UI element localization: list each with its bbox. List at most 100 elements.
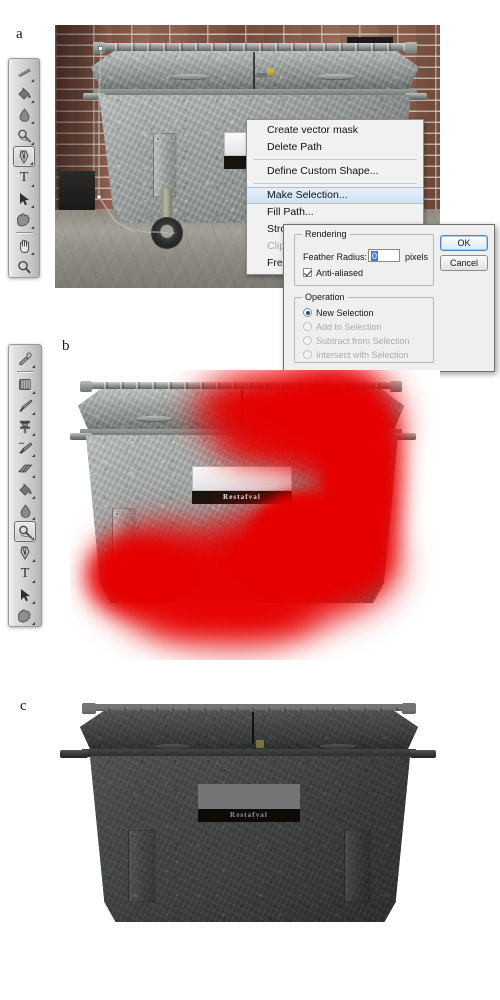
lid-handle-left (136, 416, 172, 421)
menu-item-create-vector-mask[interactable]: Create vector mask (247, 122, 423, 139)
lid-rail-bar (99, 43, 411, 51)
tool-custom-shape-tool[interactable] (13, 209, 35, 230)
lid-rail-bar (88, 382, 394, 389)
lid-handle-right (317, 74, 355, 79)
reinforcing-plate-left (112, 508, 136, 568)
make-selection-dialog[interactable]: Rendering Feather Radius: 0 pixels Anti-… (283, 224, 495, 372)
photoshop-toolbar-b[interactable]: T (8, 344, 42, 627)
tool-hand-tool[interactable] (13, 235, 35, 256)
tool-path-selection-tool[interactable] (13, 188, 35, 209)
flyout-triangle-icon (31, 142, 34, 145)
tool-path-selection-tool[interactable] (14, 584, 36, 605)
menu-item-define-custom-shape[interactable]: Define Custom Shape... (247, 163, 423, 180)
lift-trunnion-left (60, 750, 88, 758)
feather-radius-input[interactable]: 0 (368, 249, 400, 262)
label-subtract-from-selection: Subtract from Selection (316, 336, 410, 346)
label-intersect-with-selection: Intersect with Selection (316, 350, 409, 360)
toolbar-divider (15, 232, 33, 233)
lid-handle-right (312, 416, 348, 421)
rail-end-left (82, 703, 96, 714)
tool-blur-tool[interactable] (14, 500, 36, 521)
tool-dodge-tool[interactable] (14, 521, 36, 542)
lid-front-lip (82, 749, 416, 757)
plate-bolt (116, 513, 118, 515)
label-add-to-selection: Add to Selection (316, 322, 382, 332)
radio-new-selection[interactable] (303, 308, 312, 317)
tool-custom-shape-tool[interactable] (14, 605, 36, 626)
label-new-selection: New Selection (316, 308, 374, 318)
tool-history-brush-tool[interactable] (14, 437, 36, 458)
flyout-triangle-icon (32, 475, 35, 478)
tool-pen-tool[interactable] (14, 542, 36, 563)
tool-eyedropper-tool[interactable] (14, 348, 36, 369)
flyout-triangle-icon (31, 184, 34, 187)
tool-paint-bucket-tool[interactable] (13, 83, 35, 104)
flyout-triangle-icon (32, 454, 35, 457)
sign-label: Restafval (230, 811, 268, 819)
tool-patch-tool[interactable] (14, 374, 36, 395)
flyout-triangle-icon (32, 622, 35, 625)
tool-dodge-tool[interactable] (13, 125, 35, 146)
flyout-triangle-icon (31, 252, 34, 255)
radio-add-to-selection (303, 322, 312, 331)
flyout-triangle-icon (32, 559, 35, 562)
flyout-triangle-icon (31, 100, 34, 103)
lid-rail-bar (90, 704, 408, 711)
rendering-fieldset: Rendering Feather Radius: 0 pixels Anti-… (294, 229, 434, 286)
flyout-triangle-icon (32, 580, 35, 583)
panel-letter-c: c (20, 698, 27, 714)
padlock-icon (256, 740, 264, 748)
rendering-legend: Rendering (302, 229, 350, 239)
cancel-button[interactable]: Cancel (440, 255, 488, 271)
flyout-triangle-icon (31, 537, 34, 540)
rail-end-right (390, 381, 402, 392)
tool-horizontal-type-tool[interactable]: T (14, 563, 36, 584)
menu-item-make-selection[interactable]: Make Selection... (247, 187, 423, 204)
waste-container-b: Restafval (70, 376, 416, 604)
restafval-sign-b: Restafval (192, 466, 292, 504)
rail-end-right (402, 703, 416, 714)
sign-white-area (198, 784, 300, 809)
reinforcing-plate-left (128, 830, 156, 902)
flyout-triangle-icon (31, 79, 34, 82)
flyout-triangle-icon (32, 433, 35, 436)
lid-center-seam (241, 390, 243, 432)
tool-brush-tool[interactable] (14, 395, 36, 416)
sign-black-band: Restafval (198, 809, 300, 822)
lift-trunnion-right (410, 750, 436, 758)
menu-separator (253, 183, 417, 184)
menu-item-delete-path[interactable]: Delete Path (247, 139, 423, 156)
tool-paint-bucket-tool[interactable] (14, 479, 36, 500)
tool-gradient-tool[interactable] (13, 62, 35, 83)
photoshop-toolbar-a[interactable]: T (8, 58, 40, 278)
feather-radius-units: pixels (405, 252, 429, 262)
operation-fieldset: Operation New Selection Add to Selection… (294, 292, 434, 363)
menu-separator (253, 159, 417, 160)
panel-c-photo: Restafval (60, 700, 440, 932)
panel-letter-b: b (62, 338, 70, 354)
menu-item-fill-path[interactable]: Fill Path... (247, 204, 423, 221)
padlock-icon (267, 69, 274, 76)
lid-handle-left (171, 74, 209, 79)
sign-label: Restafval (223, 493, 261, 501)
tool-blur-tool[interactable] (13, 104, 35, 125)
flyout-triangle-icon (31, 226, 34, 229)
tool-eraser-tool[interactable] (14, 458, 36, 479)
restafval-sign-c: Restafval (198, 784, 300, 822)
radio-intersect-with-selection (303, 350, 312, 359)
tool-zoom-tool[interactable] (13, 256, 35, 277)
waste-container-c: Restafval (60, 702, 436, 928)
anti-aliased-checkbox[interactable] (303, 268, 312, 277)
tool-clone-stamp-tool[interactable] (14, 416, 36, 437)
tool-pen-tool[interactable] (13, 146, 35, 167)
rail-end-left (93, 42, 105, 54)
flyout-triangle-icon (32, 391, 35, 394)
tool-horizontal-type-tool[interactable]: T (13, 167, 35, 188)
radio-subtract-from-selection (303, 336, 312, 345)
plate-bolt (157, 138, 159, 140)
figure-page: a T Create vector mask Delete Path Defin… (0, 0, 500, 1000)
plate-bolt (171, 138, 173, 140)
ok-button[interactable]: OK (440, 235, 488, 251)
reinforcing-plate-left (153, 133, 177, 197)
toolbar-divider (16, 371, 34, 372)
